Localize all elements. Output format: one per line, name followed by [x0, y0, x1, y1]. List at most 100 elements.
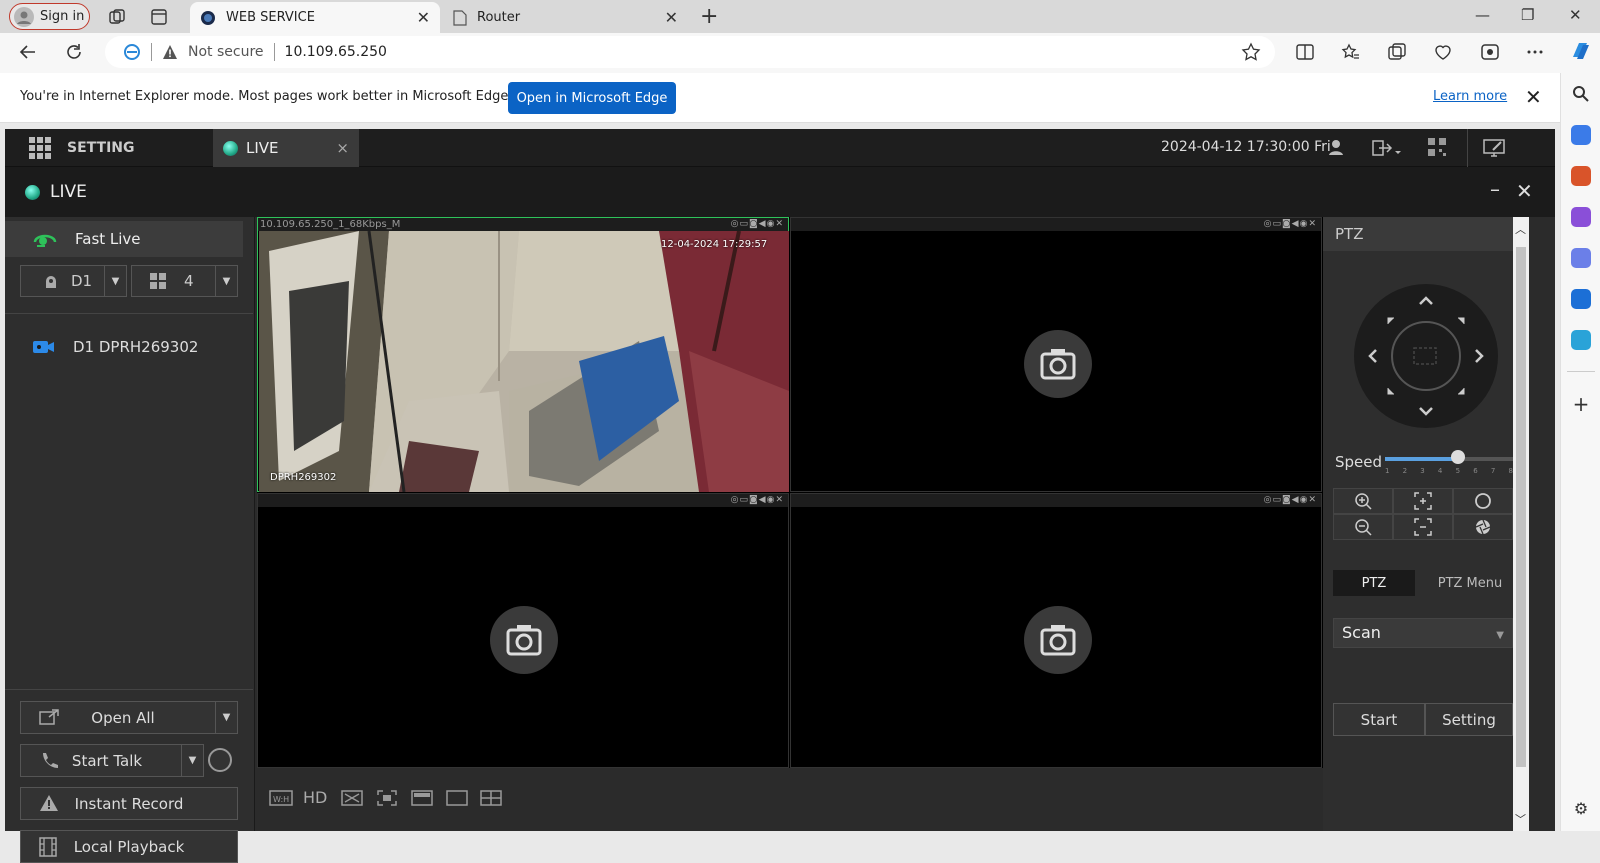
svg-text:W:H: W:H — [273, 795, 289, 804]
setting-button[interactable]: Setting — [1425, 703, 1513, 736]
search-icon[interactable] — [1571, 84, 1591, 104]
favorites-icon[interactable] — [1341, 42, 1361, 62]
setting-menu[interactable]: SETTING — [5, 129, 210, 167]
cell-toolbar-icons[interactable]: ◎▭◙◀◉✕ — [1264, 494, 1317, 507]
speed-slider-handle[interactable] — [1451, 450, 1466, 464]
device-name: D1 DPRH269302 — [73, 338, 199, 356]
chevron-down-icon[interactable]: ▼ — [215, 702, 237, 733]
close-tab-icon[interactable]: ✕ — [417, 8, 430, 27]
workspaces-icon[interactable] — [108, 8, 126, 26]
quad-view-icon[interactable] — [480, 790, 502, 806]
local-playback-button[interactable]: Local Playback — [20, 830, 238, 863]
open-in-edge-button[interactable]: Open in Microsoft Edge — [508, 82, 676, 114]
layout-select[interactable]: 4 ▼ — [131, 265, 238, 297]
user-icon[interactable] — [1327, 138, 1345, 156]
start-button[interactable]: Start — [1333, 703, 1425, 736]
iris-close-button[interactable] — [1453, 514, 1513, 540]
fit-screen-icon[interactable] — [377, 790, 397, 806]
outlook-icon[interactable] — [1571, 289, 1591, 309]
start-talk-button[interactable]: Start Talk ▼ — [20, 744, 204, 777]
tab-ptz-menu[interactable]: PTZ Menu — [1425, 570, 1515, 596]
video-cell-3[interactable]: ◎▭◙◀◉✕ — [257, 493, 789, 768]
video-cell-2[interactable]: ◎▭◙◀◉✕ — [790, 217, 1322, 492]
fullscreen-monitor-icon[interactable] — [1483, 138, 1505, 158]
cell-toolbar-icons[interactable]: ◎▭◙◀◉✕ — [731, 218, 784, 231]
close-tab-icon[interactable]: ✕ — [665, 8, 678, 27]
close-live-tab-icon[interactable]: × — [336, 139, 349, 157]
camera-feed[interactable]: 12-04-2024 17:29:57 DPRH269302 — [259, 231, 789, 492]
url-box[interactable]: Not secure 10.109.65.250 — [105, 36, 1275, 68]
microsoft-365-icon[interactable] — [1571, 248, 1591, 268]
zoom-in-button[interactable] — [1333, 488, 1393, 514]
ie-mode-icon[interactable] — [123, 43, 141, 61]
fast-live-label: Fast Live — [75, 230, 141, 248]
add-icon[interactable]: + — [1571, 394, 1591, 415]
device-select[interactable]: D1 ▼ — [20, 265, 127, 297]
local-playback-label: Local Playback — [73, 837, 185, 856]
tab-ptz[interactable]: PTZ — [1333, 570, 1415, 596]
qr-code-icon[interactable] — [1428, 138, 1446, 156]
app-header: SETTING LIVE × 2024-04-12 17:30:00 Fri — [5, 129, 1555, 167]
scroll-up-icon[interactable]: ︿ — [1515, 221, 1526, 237]
restore-button[interactable]: ❐ — [1521, 6, 1534, 24]
stream-off-icon[interactable] — [341, 790, 363, 806]
close-panel-button[interactable]: ✕ — [1516, 179, 1533, 203]
minimize-button[interactable]: — — [1475, 6, 1490, 24]
iris-open-button[interactable] — [1453, 488, 1513, 514]
copilot-chat-icon[interactable] — [1480, 42, 1500, 62]
security-label[interactable]: Not secure — [188, 44, 264, 60]
tools-icon[interactable] — [1571, 166, 1591, 186]
url-text[interactable]: 10.109.65.250 — [285, 44, 387, 60]
warning-icon[interactable] — [162, 44, 178, 60]
refresh-icon[interactable] — [64, 42, 84, 62]
instant-record-button[interactable]: Instant Record — [20, 787, 238, 820]
close-window-button[interactable]: ✕ — [1569, 6, 1582, 24]
device-list-item[interactable]: D1 DPRH269302 — [5, 325, 253, 369]
cell-toolbar-icons[interactable]: ◎▭◙◀◉✕ — [1264, 218, 1317, 231]
chevron-down-icon[interactable]: ▼ — [215, 266, 237, 296]
focus-near-button[interactable] — [1393, 488, 1453, 514]
chevron-down-icon[interactable]: ▼ — [1496, 630, 1504, 641]
chevron-down-icon[interactable]: ▼ — [181, 745, 203, 776]
shopping-icon[interactable] — [1571, 125, 1591, 145]
scroll-down-icon[interactable]: ﹀ — [1515, 811, 1526, 827]
video-cell-1[interactable]: 10.109.65.250_1_68Kbps_M ◎▭◙◀◉✕ 12-04-20… — [257, 217, 789, 492]
aspect-ratio-icon[interactable]: W:H — [269, 790, 293, 806]
drop-icon[interactable] — [1571, 330, 1591, 350]
video-cell-4[interactable]: ◎▭◙◀◉✕ — [790, 493, 1322, 768]
settings-gear-icon[interactable]: ⚙ — [1571, 799, 1591, 819]
games-icon[interactable] — [1571, 207, 1591, 227]
copilot-icon[interactable] — [1569, 39, 1593, 63]
scrollbar-thumb[interactable] — [1516, 247, 1526, 767]
split-screen-icon[interactable] — [1295, 42, 1315, 62]
tab-router[interactable]: Router ✕ — [443, 2, 688, 33]
talk-status-toggle[interactable] — [208, 748, 232, 772]
tab-web-service[interactable]: WEB SERVICE ✕ — [190, 2, 440, 33]
tab-live[interactable]: LIVE × — [213, 129, 359, 167]
fast-live-item[interactable]: Fast Live — [5, 221, 243, 257]
browser-essentials-icon[interactable] — [1433, 42, 1453, 62]
single-view-icon[interactable] — [446, 790, 468, 806]
close-banner-icon[interactable]: ✕ — [1525, 85, 1542, 109]
logout-icon[interactable] — [1371, 138, 1401, 158]
cell-toolbar-icons[interactable]: ◎▭◙◀◉✕ — [731, 494, 784, 507]
minimize-panel-button[interactable]: – — [1490, 177, 1500, 201]
chevron-down-icon[interactable]: ▼ — [104, 266, 126, 296]
zoom-out-button[interactable] — [1333, 514, 1393, 540]
profile-button[interactable]: Sign in — [9, 3, 90, 30]
collections-icon[interactable] — [1387, 42, 1407, 62]
learn-more-link[interactable]: Learn more — [1433, 89, 1507, 104]
page-scrollbar[interactable]: ︿ ﹀ — [1513, 217, 1529, 831]
speed-tick-label: 6 — [1473, 467, 1478, 475]
ptz-direction-pad[interactable] — [1354, 284, 1498, 428]
ptz-function-select[interactable]: Scan ▼ — [1333, 618, 1513, 648]
tab-actions-icon[interactable] — [150, 8, 168, 26]
new-tab-button[interactable]: + — [700, 4, 718, 29]
hd-toggle[interactable]: HD — [303, 788, 327, 807]
more-icon[interactable] — [1525, 42, 1545, 62]
focus-far-button[interactable] — [1393, 514, 1453, 540]
favorite-star-icon[interactable] — [1241, 42, 1261, 62]
back-icon[interactable] — [18, 42, 38, 62]
window-layout-icon[interactable] — [411, 790, 433, 806]
open-all-button[interactable]: Open All ▼ — [20, 701, 238, 734]
